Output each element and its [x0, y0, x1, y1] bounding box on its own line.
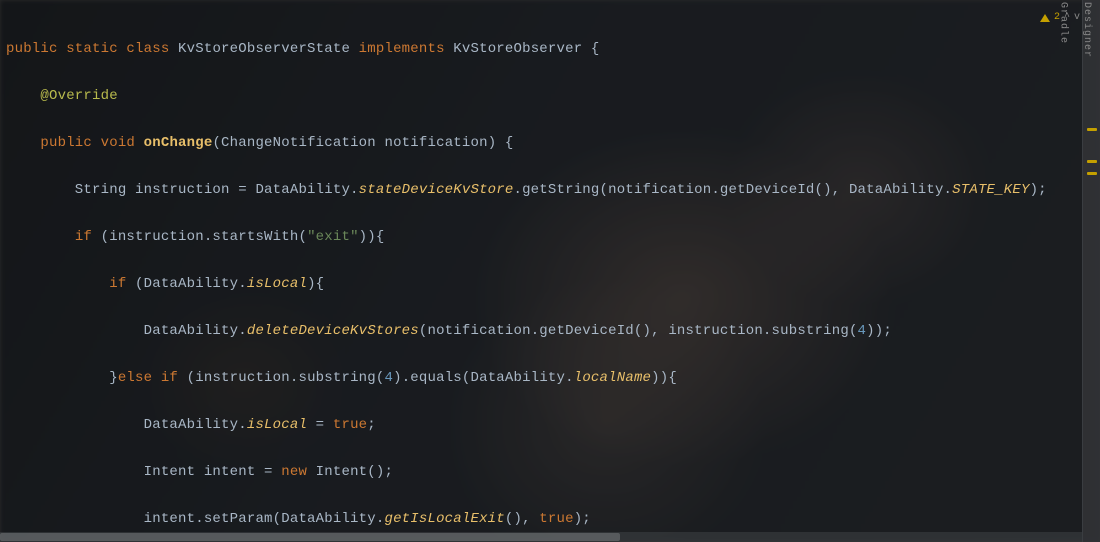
tool-tab-gradle[interactable]: Gradle — [1051, 2, 1075, 58]
code-line: DataAbility.isLocal = true; — [6, 414, 1100, 438]
horizontal-scrollbar[interactable] — [0, 532, 1082, 542]
code-line: public void onChange(ChangeNotification … — [6, 132, 1100, 156]
code-line: if (DataAbility.isLocal){ — [6, 273, 1100, 297]
code-line: if (instruction.startsWith("exit")){ — [6, 226, 1100, 250]
error-stripe-rail[interactable]: Designer Gradle — [1082, 0, 1100, 542]
tool-tab-designer[interactable]: Designer — [1075, 2, 1099, 58]
code-editor[interactable]: public static class KvStoreObserverState… — [0, 0, 1100, 542]
warning-icon — [1040, 14, 1050, 22]
tool-window-tabs: Designer Gradle — [1051, 2, 1098, 66]
code-line: String instruction = DataAbility.stateDe… — [6, 179, 1100, 203]
warning-marker[interactable] — [1087, 160, 1097, 163]
warning-marker[interactable] — [1087, 172, 1097, 175]
code-line: public static class KvStoreObserverState… — [6, 38, 1100, 62]
code-line: DataAbility.deleteDeviceKvStores(notific… — [6, 320, 1100, 344]
code-line: @Override — [6, 85, 1100, 109]
code-line: }else if (instruction.substring(4).equal… — [6, 367, 1100, 391]
code-line: Intent intent = new Intent(); — [6, 461, 1100, 485]
code-line: intent.setParam(DataAbility.getIsLocalEx… — [6, 508, 1100, 532]
horizontal-scrollbar-thumb[interactable] — [0, 533, 620, 541]
warning-marker[interactable] — [1087, 128, 1097, 131]
